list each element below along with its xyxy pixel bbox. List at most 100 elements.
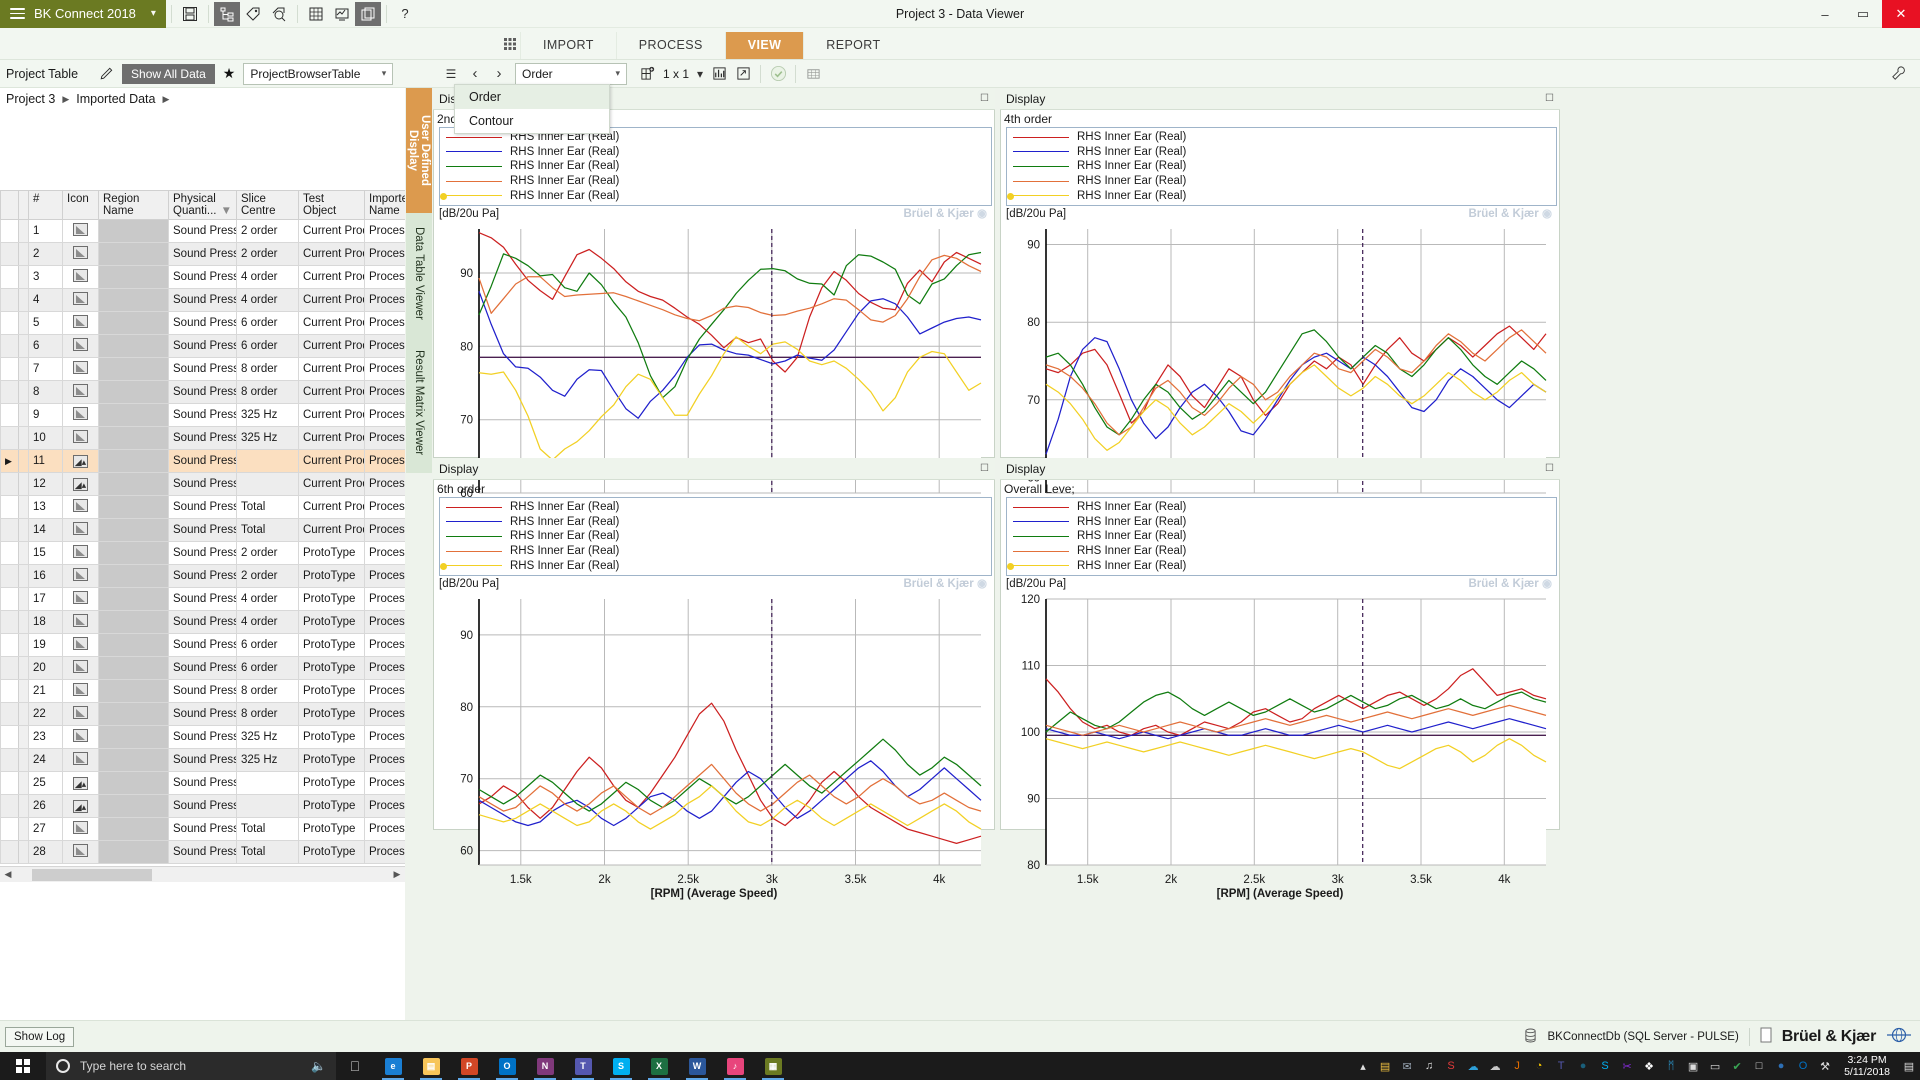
notes-icon[interactable]: ▤ [1374, 1052, 1396, 1080]
tools-icon[interactable]: ⚒ [1814, 1052, 1836, 1080]
shield-tray-icon[interactable]: ● [1572, 1052, 1594, 1080]
export-icon[interactable] [731, 63, 755, 85]
row-selector[interactable] [1, 611, 19, 634]
row-selector[interactable] [1, 358, 19, 381]
properties-icon[interactable] [1886, 63, 1910, 85]
table-row[interactable]: 18Sound Press...4 orderProtoTypeProcesse [1, 611, 406, 634]
header-imported-name[interactable]: Imported Name [365, 191, 406, 220]
table-row[interactable]: 9Sound Press...325 HzCurrent ProduProces… [1, 404, 406, 427]
edit-pencil-icon[interactable] [94, 63, 118, 85]
table-row[interactable]: 22Sound Press...8 orderProtoTypeProcesse [1, 703, 406, 726]
chart-overall-level[interactable]: 8090100110120 [1000, 591, 1560, 874]
table-row[interactable]: 20Sound Press...6 orderProtoTypeProcesse [1, 657, 406, 680]
row-selector[interactable] [1, 266, 19, 289]
add-layout-icon[interactable] [635, 63, 659, 85]
scroll-left-icon[interactable]: ◀ [0, 869, 16, 880]
tab-report[interactable]: REPORT [803, 32, 902, 59]
antivirus-icon[interactable]: ● [1770, 1052, 1792, 1080]
header-icon[interactable]: Icon [63, 191, 99, 220]
table-row[interactable]: 10Sound Press...325 HzCurrent ProduProce… [1, 427, 406, 450]
legend-item[interactable]: RHS Inner Ear (Real) [442, 174, 991, 189]
legend-item[interactable]: RHS Inner Ear (Real) [442, 500, 991, 515]
skype-tray-icon[interactable]: S [1594, 1052, 1616, 1080]
tray-expand-icon[interactable]: ▴ [1352, 1052, 1374, 1080]
start-button[interactable] [0, 1059, 46, 1073]
volume-icon[interactable]: ♫ [1418, 1052, 1440, 1080]
maximize-panel-icon[interactable]: ☐ [980, 463, 989, 474]
table-row[interactable]: 12◢▴Sound Press...Current ProduProcesse [1, 473, 406, 496]
row-selector[interactable] [1, 496, 19, 519]
snagit-icon[interactable]: S [1440, 1052, 1462, 1080]
legend-item[interactable]: RHS Inner Ear (Real) [442, 544, 991, 559]
copy-icon[interactable] [355, 2, 381, 26]
action-center-icon[interactable]: ▤ [1898, 1052, 1920, 1080]
minimize-button[interactable]: – [1806, 0, 1844, 28]
row-selector[interactable] [1, 519, 19, 542]
table-row[interactable]: 27Sound Press...TotalProtoTypeProcesse [1, 818, 406, 841]
row-selector[interactable] [1, 473, 19, 496]
legend-item[interactable]: RHS Inner Ear (Real) [1009, 544, 1556, 559]
row-selector[interactable] [1, 841, 19, 864]
vtab-user-defined-display[interactable]: User Defined Display [406, 88, 432, 213]
chart-6th-order[interactable]: 60708090 [433, 591, 995, 874]
row-selector[interactable] [1, 542, 19, 565]
row-selector[interactable] [1, 243, 19, 266]
row-selector[interactable] [1, 404, 19, 427]
row-selector[interactable] [1, 289, 19, 312]
table-row[interactable]: 17Sound Press...4 orderProtoTypeProcesse [1, 588, 406, 611]
header-physical-quantity[interactable]: Physical Quanti... ▼ [169, 191, 237, 220]
table-row[interactable]: 26◢▴Sound Press...ProtoTypeProcesse [1, 795, 406, 818]
row-selector[interactable] [1, 703, 19, 726]
mail-icon[interactable]: ✉ [1396, 1052, 1418, 1080]
maximize-panel-icon[interactable]: ☐ [1545, 93, 1554, 104]
legend-item[interactable]: RHS Inner Ear (Real) [1009, 515, 1556, 530]
table-row[interactable]: 28Sound Press...TotalProtoTypeProcesse [1, 841, 406, 864]
display-type-select[interactable]: Order ▾ [515, 63, 627, 85]
table-row[interactable]: 21Sound Press...8 orderProtoTypeProcesse [1, 680, 406, 703]
legend-item[interactable]: RHS Inner Ear (Real) [1009, 159, 1556, 174]
row-selector[interactable] [1, 749, 19, 772]
file-explorer-icon[interactable]: ▤ [412, 1052, 450, 1080]
onenote-icon[interactable]: N [526, 1052, 564, 1080]
chart-plot-area[interactable]: 60708090 [433, 591, 995, 871]
tab-import[interactable]: IMPORT [520, 32, 616, 59]
tab-process[interactable]: PROCESS [616, 32, 725, 59]
row-selector[interactable] [1, 565, 19, 588]
table-row[interactable]: 1Sound Press...2 orderCurrent ProduProce… [1, 220, 406, 243]
legend-item[interactable]: RHS Inner Ear (Real) [442, 188, 991, 203]
dropdown-item-order[interactable]: Order [455, 85, 609, 109]
teams-tray-icon[interactable]: T [1550, 1052, 1572, 1080]
maximize-panel-icon[interactable]: ☐ [980, 93, 989, 104]
display-tray-icon[interactable]: □ [1748, 1052, 1770, 1080]
legend-item[interactable]: RHS Inner Ear (Real) [442, 558, 991, 573]
chevron-down-icon[interactable]: ▾ [693, 63, 707, 85]
table-row[interactable]: 15Sound Press...2 orderProtoTypeProcesse [1, 542, 406, 565]
row-selector[interactable] [1, 588, 19, 611]
table-row[interactable]: 4Sound Press...4 orderCurrent ProduProce… [1, 289, 406, 312]
outlook-icon[interactable]: O [488, 1052, 526, 1080]
legend-item[interactable]: RHS Inner Ear (Real) [442, 159, 991, 174]
snip-icon[interactable]: ✂ [1616, 1052, 1638, 1080]
vtab-result-matrix-viewer[interactable]: Result Matrix Viewer [406, 333, 432, 473]
header-region-name[interactable]: Region Name [99, 191, 169, 220]
table-row[interactable]: 2Sound Press...2 orderCurrent ProduProce… [1, 243, 406, 266]
table-row[interactable]: 7Sound Press...8 orderCurrent ProduProce… [1, 358, 406, 381]
search-tag-icon[interactable] [266, 2, 292, 26]
chart-plot-area[interactable]: 8090100110120 [1000, 591, 1560, 871]
clock-icon[interactable]: ◔ [1528, 1052, 1550, 1080]
legend-item[interactable]: RHS Inner Ear (Real) [442, 529, 991, 544]
row-selector[interactable] [1, 795, 19, 818]
display-type-dropdown[interactable]: Order Contour [454, 84, 610, 134]
outlook-tray-icon[interactable]: O [1792, 1052, 1814, 1080]
header-slice-centre[interactable]: Slice Centre [237, 191, 299, 220]
row-selector[interactable] [1, 335, 19, 358]
table-row[interactable]: 13Sound Press...TotalCurrent ProduProces… [1, 496, 406, 519]
breadcrumb-item-imported-data[interactable]: Imported Data [76, 92, 155, 106]
excel-icon[interactable]: X [640, 1052, 678, 1080]
onedrive-icon[interactable]: ☁ [1462, 1052, 1484, 1080]
table-row[interactable]: 24Sound Press...325 HzProtoTypeProcesse [1, 749, 406, 772]
legend-item[interactable]: RHS Inner Ear (Real) [1009, 130, 1556, 145]
itunes-icon[interactable]: ♪ [716, 1052, 754, 1080]
row-selector[interactable] [1, 657, 19, 680]
table-row[interactable]: 23Sound Press...325 HzProtoTypeProcesse [1, 726, 406, 749]
